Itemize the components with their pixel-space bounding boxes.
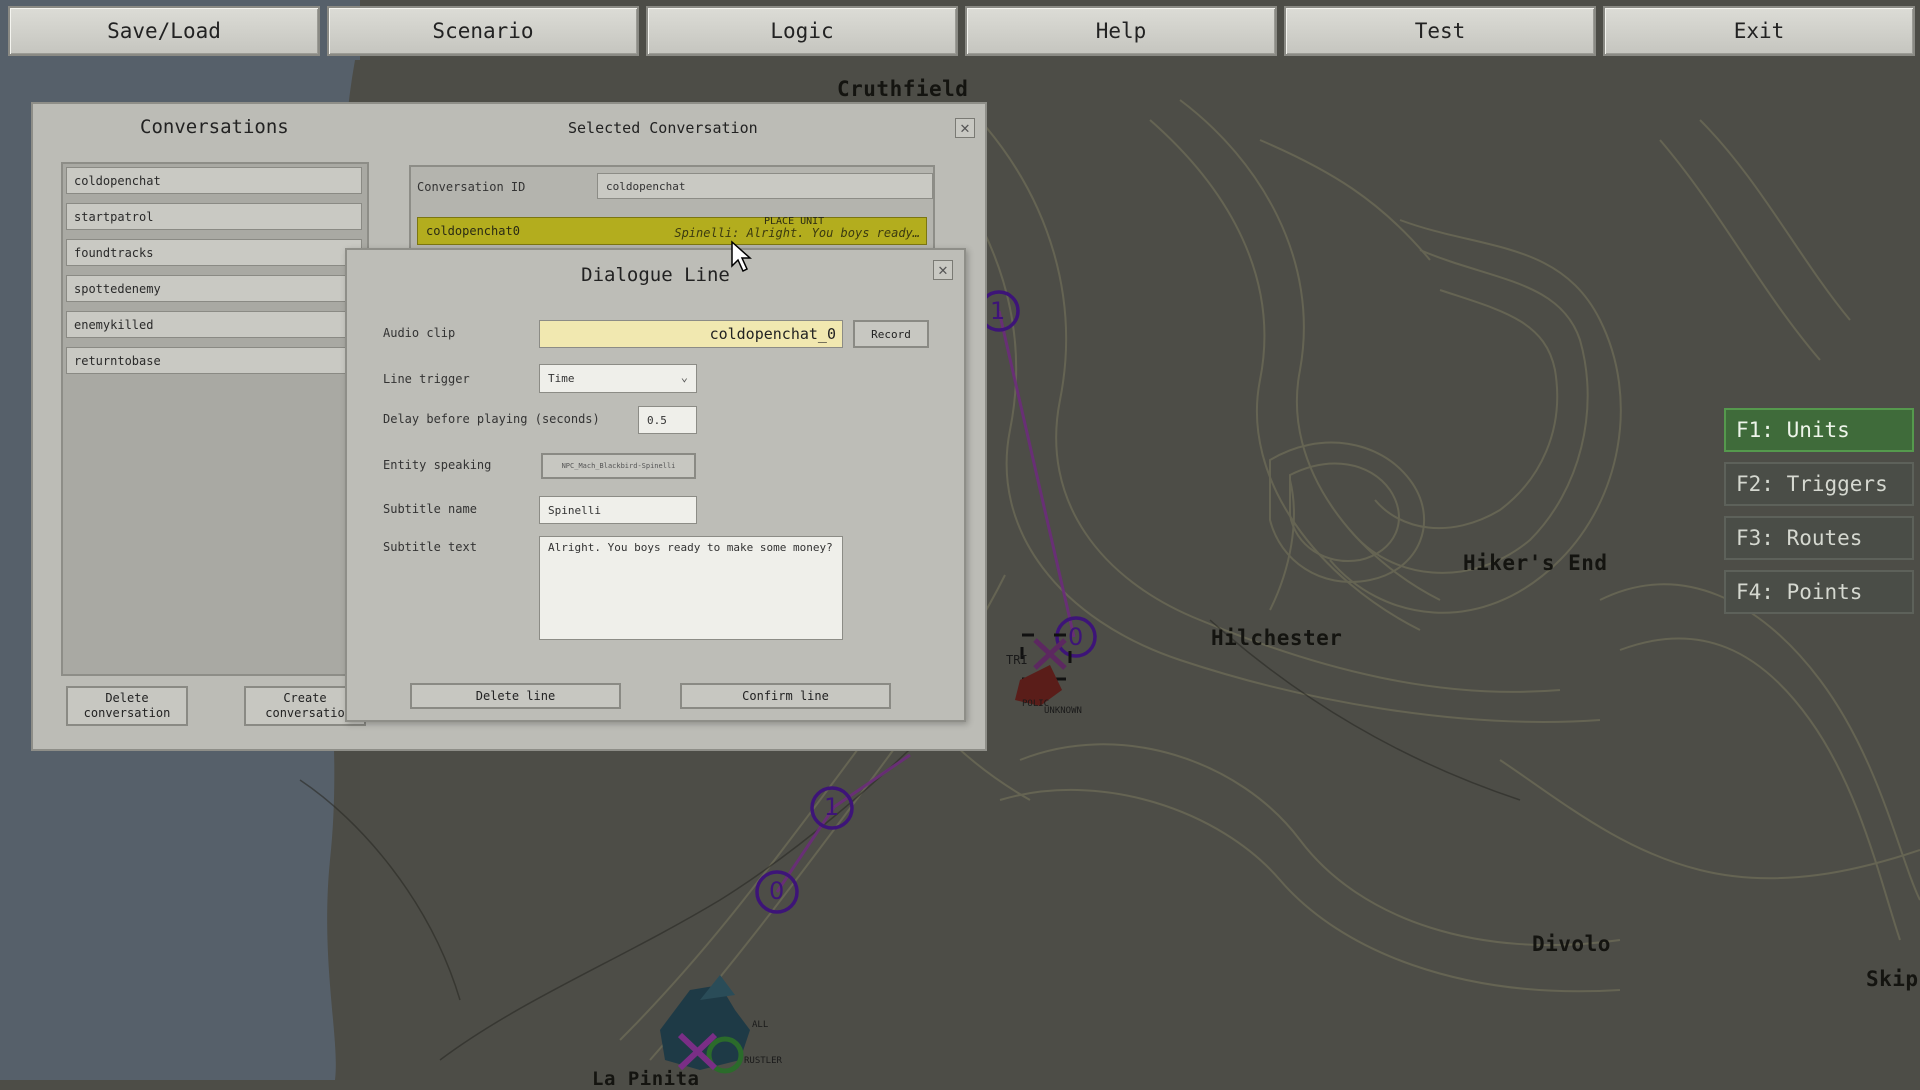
help-button[interactable]: Help	[965, 6, 1277, 56]
dialogue-line-window: Dialogue Line ✕ Audio clip coldopenchat_…	[345, 248, 966, 722]
close-icon[interactable]: ✕	[933, 260, 953, 280]
dialogue-line-row[interactable]: coldopenchat0 PLACE UNIT Spinelli: Alrig…	[417, 216, 927, 245]
selected-conversation-panel: Conversation ID coldopenchat coldopencha…	[409, 165, 935, 253]
map-label-hilchester: Hilchester	[1211, 626, 1343, 650]
list-item[interactable]: enemykilled	[66, 311, 362, 338]
record-button[interactable]: Record	[853, 320, 929, 348]
top-toolbar: Save/Load Scenario Logic Help Test Exit	[0, 0, 1920, 62]
chevron-down-icon: ⌄	[680, 370, 688, 384]
list-item[interactable]: foundtracks	[66, 239, 362, 266]
unit-tag-tri: TRI	[1006, 653, 1028, 667]
tab-units[interactable]: F1: Units	[1724, 408, 1914, 452]
subtitle-text-area[interactable]: Alright. You boys ready to make some mon…	[539, 536, 843, 640]
map-label-la-pinita: La Pinita	[592, 1068, 700, 1090]
delete-conversation-button[interactable]: Delete conversation	[66, 686, 188, 726]
dialogue-line-id: coldopenchat0	[426, 224, 520, 238]
subtitle-name-label: Subtitle name	[383, 502, 477, 516]
waypoint-0-bottom[interactable]: 0	[769, 877, 784, 905]
waypoint-1-top[interactable]: 1	[990, 297, 1005, 325]
subtitle-text-label: Subtitle text	[383, 540, 477, 554]
audio-clip-label: Audio clip	[383, 326, 456, 340]
map-label-hikers-end: Hiker's End	[1463, 551, 1608, 575]
delay-label: Delay before playing (seconds)	[383, 412, 600, 426]
unit-tag-rustler: RUSTLER	[744, 1056, 782, 1066]
map-label-skip: Skip	[1866, 967, 1919, 991]
list-item[interactable]: spottedenemy	[66, 275, 362, 302]
confirm-line-button[interactable]: Confirm line	[680, 683, 891, 709]
save-load-button[interactable]: Save/Load	[8, 6, 320, 56]
audio-clip-field[interactable]: coldopenchat_0	[539, 320, 843, 348]
tab-routes[interactable]: F3: Routes	[1724, 516, 1914, 560]
delay-field[interactable]: 0.5	[638, 406, 697, 434]
map-label-divolo: Divolo	[1532, 932, 1611, 956]
entity-speaking-label: Entity speaking	[383, 458, 492, 472]
close-icon[interactable]: ✕	[955, 118, 975, 138]
waypoint-1-bottom[interactable]: 1	[824, 793, 839, 821]
map-label-cruthfield: Cruthfield	[837, 77, 969, 101]
conversation-id-field[interactable]: coldopenchat	[597, 173, 933, 199]
tab-triggers[interactable]: F2: Triggers	[1724, 462, 1914, 506]
subtitle-name-field[interactable]: Spinelli	[539, 496, 697, 524]
list-item[interactable]: startpatrol	[66, 203, 362, 230]
line-trigger-label: Line trigger	[383, 372, 470, 386]
selected-conversation-title: Selected Conversation	[568, 119, 758, 137]
exit-button[interactable]: Exit	[1603, 6, 1915, 56]
list-item[interactable]: coldopenchat	[66, 167, 362, 194]
dialogue-line-preview: Spinelli: Alright. You boys ready…	[674, 226, 920, 240]
delete-line-button[interactable]: Delete line	[410, 683, 621, 709]
waypoint-0-hilchester[interactable]: 0	[1068, 623, 1083, 651]
mouse-cursor-icon	[731, 240, 752, 273]
entity-speaking-field[interactable]: NPC_Mach_Blackbird-Spinelli	[541, 453, 696, 479]
dialogue-line-title: Dialogue Line	[581, 264, 730, 286]
conversation-id-label: Conversation ID	[417, 180, 526, 194]
test-button[interactable]: Test	[1284, 6, 1596, 56]
unit-tag-unknown: UNKNOWN	[1044, 706, 1082, 716]
list-item[interactable]: returntobase	[66, 347, 362, 374]
line-trigger-value: Time	[548, 372, 575, 385]
unit-tag-all: ALL	[752, 1020, 769, 1030]
line-trigger-select[interactable]: Time ⌄	[539, 364, 697, 393]
conversations-title: Conversations	[140, 116, 289, 138]
tab-points[interactable]: F4: Points	[1724, 570, 1914, 614]
scenario-button[interactable]: Scenario	[327, 6, 639, 56]
logic-button[interactable]: Logic	[646, 6, 958, 56]
conversation-list[interactable]: coldopenchat startpatrol foundtracks spo…	[61, 162, 369, 676]
